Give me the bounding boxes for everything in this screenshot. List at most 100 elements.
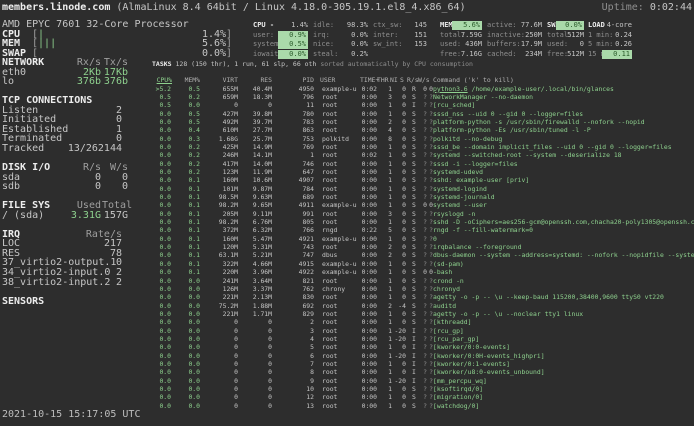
- process-cell-pid: 12: [276, 393, 314, 401]
- process-row[interactable]: 0.00.1101M9.87M784root0:0010S??systemd-l…: [0, 185, 694, 193]
- process-row[interactable]: 0.00.0004root0:001-20I??[rcu_par_gp]: [0, 335, 694, 343]
- process-row[interactable]: 0.00.0009root0:001-20I??[mm_percpu_wq]: [0, 377, 694, 385]
- process-cell-mem: 0.5: [176, 110, 200, 118]
- process-row[interactable]: 0.50.2659M18.3M796root0:0030S??NetworkMa…: [0, 93, 694, 101]
- process-row[interactable]: 0.00.0006root0:001-20I??[kworker/0:0H-ev…: [0, 352, 694, 360]
- process-cell-virt: 101M: [204, 185, 238, 193]
- process-cell-time: 0:00: [352, 327, 377, 335]
- process-cell-command: platform-python -s /usr/sbin/firewalld -…: [433, 118, 645, 126]
- process-cell-thr: 1: [384, 260, 392, 268]
- process-cell-ws: ?: [425, 118, 433, 126]
- process-cell-pid: 4: [276, 335, 314, 343]
- process-row[interactable]: 0.00.0241M3.64M821root0:0010S??crond -n: [0, 277, 694, 285]
- process-row[interactable]: 0.00.0007root0:0010I??[kworker/0:1-event…: [0, 360, 694, 368]
- process-cell-pid: 829: [276, 310, 314, 318]
- process-cell-command: agetty -o -p -- \u --keep-baud 115200,38…: [433, 293, 664, 301]
- column-header-mem[interactable]: MEM%: [176, 76, 200, 84]
- process-row[interactable]: 0.00.198.5M9.63M689root0:0010S??systemd-…: [0, 193, 694, 201]
- process-cell-ws: ?: [425, 168, 433, 176]
- column-header-virt[interactable]: VIRT: [204, 76, 238, 84]
- process-cell-res: 1.88M: [240, 302, 272, 310]
- column-header-res[interactable]: RES: [240, 76, 272, 84]
- process-cell-mem: 0.1: [176, 193, 200, 201]
- column-header-user[interactable]: USER: [320, 76, 335, 84]
- process-cell-pid: 863: [276, 126, 314, 134]
- process-row[interactable]: 0.00.1322M4.66M4915example-u0:0010S??(sd…: [0, 260, 694, 268]
- process-cell-time: 0:00: [352, 393, 377, 401]
- process-row[interactable]: 0.50.00011root0:0010I??[rcu_sched]: [0, 101, 694, 109]
- process-cell-command: NetworkManager --no-daemon: [433, 93, 533, 101]
- process-cell-thr: 1: [384, 318, 392, 326]
- process-cell-ni: 0: [392, 251, 406, 259]
- process-row[interactable]: 0.00.1205M9.11M991root0:0030S??rsyslogd …: [0, 210, 694, 218]
- mem-total-value: 7.59G: [452, 31, 482, 40]
- process-row[interactable]: 0.00.4610M27.7M863root0:0040S??platform-…: [0, 126, 694, 134]
- process-row[interactable]: 0.00.2123M11.9M647root0:0010S??systemd-u…: [0, 168, 694, 176]
- column-header-rs[interactable]: R/s: [407, 76, 419, 84]
- process-row[interactable]: 0.00.0002root0:0010S??[kthreadd]: [0, 318, 694, 326]
- process-row[interactable]: 0.00.1120M5.31M743root0:0020S??irqbalanc…: [0, 243, 694, 251]
- process-cell-ws: ?: [425, 151, 433, 159]
- column-header-pid[interactable]: PID: [276, 76, 314, 84]
- process-cell-ws: ?: [425, 360, 433, 368]
- process-row[interactable]: 0.00.1160M10.6M4907root0:0010S??sshd: ex…: [0, 176, 694, 184]
- process-cell-thr: 1: [384, 293, 392, 301]
- swap-percent-badge: 0.0%: [556, 21, 584, 30]
- process-row[interactable]: 0.00.5492M39.7M783root0:0020S??platform-…: [0, 118, 694, 126]
- process-row[interactable]: 0.00.0221M2.13M830root0:0010S??agetty -o…: [0, 293, 694, 301]
- process-cell-ws: ?: [425, 385, 433, 393]
- process-cell-virt: 98.2M: [204, 201, 238, 209]
- process-cell-cpu: 0.0: [146, 126, 171, 134]
- process-cell-ni: 0: [392, 93, 406, 101]
- process-row[interactable]: 0.00.0005root0:0010I??[kworker/0:0-event…: [0, 343, 694, 351]
- process-row[interactable]: 0.00.2246M14.1M1root0:0210S??systemd --s…: [0, 151, 694, 159]
- mem-used-value: 436M: [452, 40, 482, 49]
- process-cell-command: [rcu_sched]: [433, 101, 475, 109]
- process-row[interactable]: 0.00.1372M6.32M766rngd0:2250S??rngd -f -…: [0, 226, 694, 234]
- process-row[interactable]: 0.00.0008root0:0010I??[kworker/u8:0-even…: [0, 368, 694, 376]
- process-row[interactable]: 0.00.198.2M6.76M805root0:0010S??sshd -D …: [0, 218, 694, 226]
- column-header-ws[interactable]: W/s: [418, 76, 430, 84]
- inactive-value: 250M: [514, 31, 542, 40]
- process-row[interactable]: >5.20.5655M40.4M4950example-u0:0210R00py…: [0, 85, 694, 93]
- process-row[interactable]: 0.00.00010root0:0010S??[ksoftirqd/0]: [0, 385, 694, 393]
- process-row[interactable]: 0.00.1220M3.96M4922example-u0:0010S00-ba…: [0, 268, 694, 276]
- process-cell-mem: 0.0: [176, 352, 200, 360]
- process-cell-ni: 0: [392, 235, 406, 243]
- process-row[interactable]: 0.00.00012root0:0010S??[migration/0]: [0, 393, 694, 401]
- process-cell-res: 5.31M: [240, 243, 272, 251]
- process-cell-thr: 1: [384, 360, 392, 368]
- process-cell-ni: -20: [392, 352, 406, 360]
- process-row[interactable]: 0.00.0221M1.71M829root0:0010S??agetty -o…: [0, 310, 694, 318]
- process-cell-res: 14.0M: [240, 160, 272, 168]
- column-header-state[interactable]: S: [400, 76, 404, 84]
- process-row[interactable]: 0.00.5427M39.8M780root0:0010S??sssd_nss …: [0, 110, 694, 118]
- process-cell-time: 0:00: [352, 176, 377, 184]
- process-cell-command: sshd -D -oCiphers=aes256-gcm@openssh.com…: [433, 218, 694, 226]
- process-row[interactable]: 0.00.198.2M9.65M4911example-u0:0010S00sy…: [0, 201, 694, 209]
- process-cell-ni: -20: [392, 377, 406, 385]
- process-row[interactable]: 0.00.0126M3.37M762chrony0:0010S??chronyd: [0, 285, 694, 293]
- process-row[interactable]: 0.00.2425M14.9M769root0:0010S??sssd_be -…: [0, 143, 694, 151]
- column-header-command[interactable]: Command ('k' to kill): [433, 76, 514, 84]
- process-row[interactable]: 0.00.1160M5.47M4921example-u0:0010S??0: [0, 235, 694, 243]
- process-row[interactable]: 0.00.075.2M1.88M692root0:002-4S??auditd: [0, 302, 694, 310]
- process-row[interactable]: 0.00.0003root0:001-20I??[rcu_gp]: [0, 327, 694, 335]
- process-cell-mem: 0.1: [176, 176, 200, 184]
- process-cell-ni: 0: [392, 360, 406, 368]
- process-cell-cpu: 0.0: [146, 352, 171, 360]
- process-row[interactable]: 0.00.2417M14.0M746root0:0010S??sssd -i -…: [0, 160, 694, 168]
- process-row[interactable]: 0.00.31.68G25.7M753polkitd0:0080S??polki…: [0, 135, 694, 143]
- process-cell-ni: -20: [392, 335, 406, 343]
- process-cell-ni: 0: [392, 193, 406, 201]
- process-row[interactable]: 0.00.163.1M5.21M747dbus0:0020S??dbus-dae…: [0, 251, 694, 259]
- process-cell-ni: 0: [392, 293, 406, 301]
- column-header-cpu[interactable]: CPU%: [146, 76, 172, 84]
- process-cell-command: [ksoftirqd/0]: [433, 385, 483, 393]
- process-cell-ni: 0: [392, 126, 406, 134]
- process-cell-ni: 0: [392, 277, 406, 285]
- process-cell-ni: 0: [392, 135, 406, 143]
- process-cell-res: 14.9M: [240, 143, 272, 151]
- column-header-thr[interactable]: THR: [377, 76, 389, 84]
- column-header-ni[interactable]: NI: [390, 76, 398, 84]
